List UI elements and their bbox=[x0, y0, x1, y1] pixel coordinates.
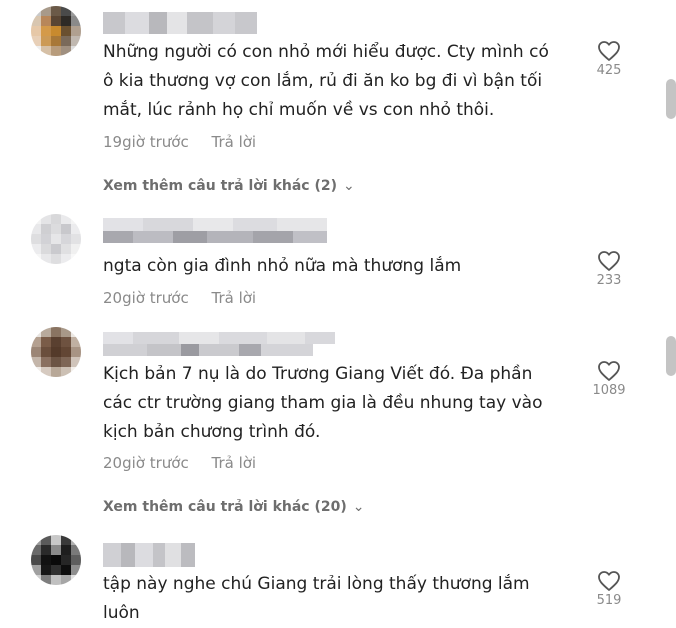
comment-text: Những người có con nhỏ mới hiểu được. Ct… bbox=[103, 42, 549, 120]
like-button[interactable]: 425 bbox=[589, 40, 629, 78]
username-blurred[interactable] bbox=[103, 332, 335, 356]
heart-outline-icon bbox=[598, 41, 620, 61]
chevron-down-icon: ⌄ bbox=[352, 499, 365, 515]
comment-time: 19giờ trước bbox=[103, 133, 189, 151]
reply-button[interactable]: Trả lời bbox=[211, 133, 256, 151]
like-count: 233 bbox=[596, 273, 622, 288]
username-blurred[interactable] bbox=[103, 12, 257, 34]
username-blurred[interactable] bbox=[103, 543, 195, 567]
comment-time: 20giờ trước bbox=[103, 289, 189, 307]
like-count: 1089 bbox=[592, 383, 626, 398]
username-blurred[interactable] bbox=[103, 218, 327, 243]
avatar[interactable] bbox=[31, 535, 81, 585]
comment-meta: 19giờ trước Trả lời bbox=[103, 133, 256, 151]
comment-time: 20giờ trước bbox=[103, 454, 189, 472]
like-count: 519 bbox=[596, 593, 622, 608]
view-more-replies[interactable]: Xem thêm câu trả lời khác (2) ⌄ bbox=[103, 178, 355, 194]
heart-outline-icon bbox=[598, 361, 620, 381]
comment-text: Kịch bản 7 nụ là do Trương Giang Viết đó… bbox=[103, 364, 543, 442]
like-count: 425 bbox=[596, 63, 622, 78]
view-more-replies[interactable]: Xem thêm câu trả lời khác (20) ⌄ bbox=[103, 499, 365, 515]
comment-meta: 20giờ trước Trả lời bbox=[103, 289, 256, 307]
comment-text: tập này nghe chú Giang trải lòng thấy th… bbox=[103, 574, 530, 623]
heart-outline-icon bbox=[598, 251, 620, 271]
like-button[interactable]: 233 bbox=[589, 250, 629, 288]
comment-text: ngta còn gia đình nhỏ nữa mà thương lắm bbox=[103, 256, 462, 276]
heart-outline-icon bbox=[598, 571, 620, 591]
reply-button[interactable]: Trả lời bbox=[211, 289, 256, 307]
avatar[interactable] bbox=[31, 327, 81, 377]
scrollbar-thumb[interactable] bbox=[666, 336, 676, 376]
comment-meta: 20giờ trước Trả lời bbox=[103, 454, 256, 472]
reply-button[interactable]: Trả lời bbox=[211, 454, 256, 472]
view-more-replies-label: Xem thêm câu trả lời khác (2) bbox=[103, 178, 338, 194]
like-button[interactable]: 519 bbox=[589, 570, 629, 608]
chevron-down-icon: ⌄ bbox=[343, 178, 355, 194]
avatar[interactable] bbox=[31, 214, 81, 264]
scrollbar-thumb[interactable] bbox=[666, 79, 676, 119]
view-more-replies-label: Xem thêm câu trả lời khác (20) bbox=[103, 499, 347, 515]
like-button[interactable]: 1089 bbox=[589, 360, 629, 398]
avatar[interactable] bbox=[31, 6, 81, 56]
